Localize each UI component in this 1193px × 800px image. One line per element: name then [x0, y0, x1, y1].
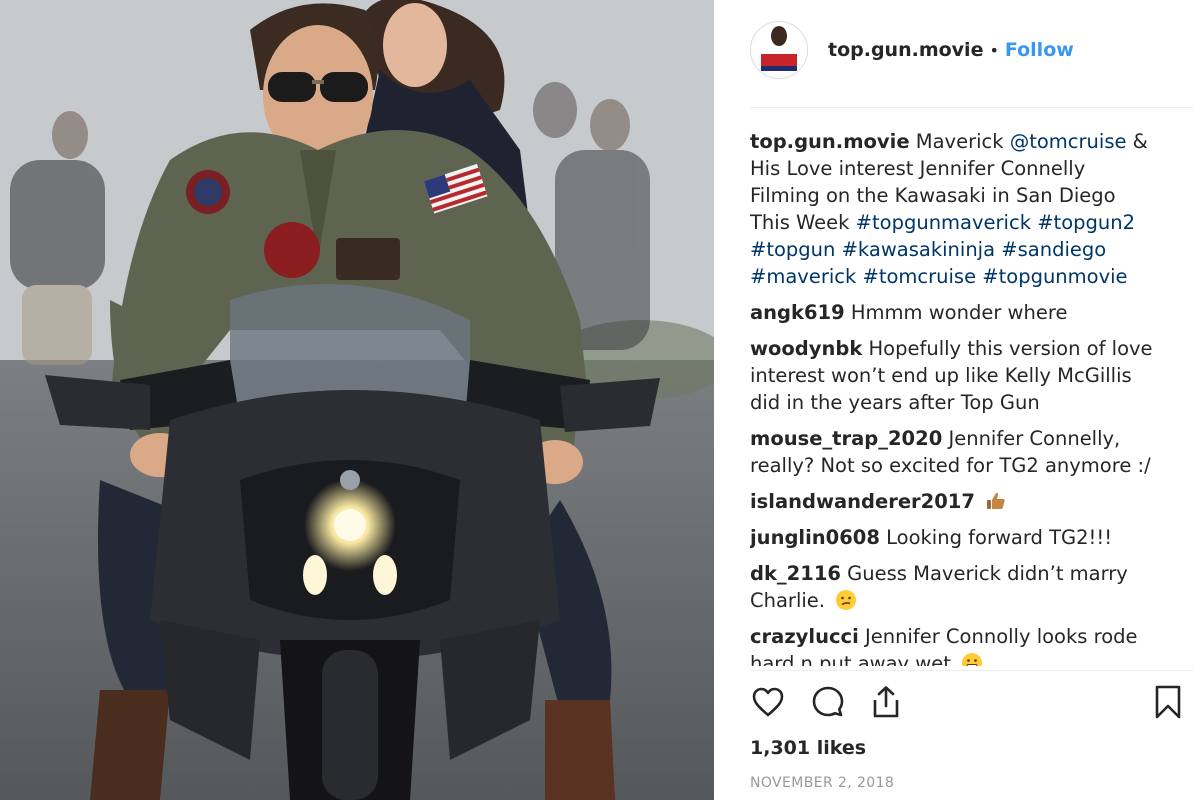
bookmark-icon[interactable] — [1150, 684, 1186, 720]
speech-bubble-icon[interactable] — [810, 684, 846, 720]
follow-button[interactable]: Follow — [1005, 39, 1074, 61]
confused-face-emoji-icon — [835, 589, 857, 611]
hashtag-link[interactable]: #kawasakininja — [842, 238, 995, 261]
comment-username[interactable]: woodynbk — [750, 337, 862, 360]
comment: dk_2116 Guess Maverick didn’t marry Char… — [750, 560, 1160, 614]
hashtag-link[interactable]: #tomcruise — [862, 265, 976, 288]
actions-divider — [750, 670, 1193, 671]
hashtag-link[interactable]: #topgunmovie — [982, 265, 1127, 288]
comment-username[interactable]: angk619 — [750, 301, 845, 324]
heart-outline-icon[interactable] — [750, 684, 786, 720]
comments-list[interactable]: top.gun.movie Maverick @tomcruise & His … — [750, 128, 1160, 666]
header-separator: • — [989, 40, 999, 60]
comment-text: Maverick — [909, 130, 1010, 153]
avatar[interactable] — [750, 21, 808, 79]
hashtag-link[interactable]: #sandiego — [1001, 238, 1106, 261]
comment: mouse_trap_2020 Jennifer Connelly, reall… — [750, 425, 1160, 479]
comment: crazylucci Jennifer Connolly looks rode … — [750, 623, 1160, 666]
grimacing-face-emoji-icon — [961, 652, 983, 666]
comment: angk619 Hmmm wonder where — [750, 299, 1160, 326]
comment-username[interactable]: dk_2116 — [750, 562, 841, 585]
post-photo[interactable] — [0, 0, 714, 800]
comment-text: Looking forward TG2!!! — [879, 526, 1113, 549]
comment-text: Hmmm wonder where — [844, 301, 1068, 324]
likes-count[interactable]: 1,301 likes — [750, 737, 866, 759]
comment-username[interactable]: junglin0608 — [750, 526, 880, 549]
mention-link[interactable]: @tomcruise — [1010, 130, 1127, 153]
hashtag-link[interactable]: #topgun2 — [1037, 211, 1135, 234]
post-photo-illustration — [0, 0, 714, 800]
post-side-panel: top.gun.movie • Follow top.gun.movie Mav… — [714, 0, 1193, 800]
header-divider — [750, 107, 1193, 108]
post-author-username[interactable]: top.gun.movie — [828, 39, 983, 61]
comment-text — [975, 490, 981, 513]
comment-username[interactable]: mouse_trap_2020 — [750, 427, 942, 450]
top-gun-logo-icon — [751, 22, 807, 78]
share-icon[interactable] — [868, 684, 904, 720]
comment: junglin0608 Looking forward TG2!!! — [750, 524, 1160, 551]
instagram-post: top.gun.movie • Follow top.gun.movie Mav… — [0, 0, 1193, 800]
comment-username[interactable]: crazylucci — [750, 625, 859, 648]
thumbs-up-emoji-icon — [985, 490, 1007, 512]
comment-username[interactable]: islandwanderer2017 — [750, 490, 975, 513]
hashtag-link[interactable]: #maverick — [750, 265, 856, 288]
post-date[interactable]: NOVEMBER 2, 2018 — [750, 775, 894, 791]
post-actions-bar — [750, 684, 1186, 724]
post-header: top.gun.movie • Follow — [750, 20, 1190, 80]
hashtag-link[interactable]: #topgunmaverick — [856, 211, 1031, 234]
hashtag-link[interactable]: #topgun — [750, 238, 835, 261]
comment: woodynbk Hopefully this version of love … — [750, 335, 1160, 416]
caption: top.gun.movie Maverick @tomcruise & His … — [750, 128, 1160, 290]
comment: islandwanderer2017 — [750, 488, 1160, 515]
comment-username[interactable]: top.gun.movie — [750, 130, 910, 153]
